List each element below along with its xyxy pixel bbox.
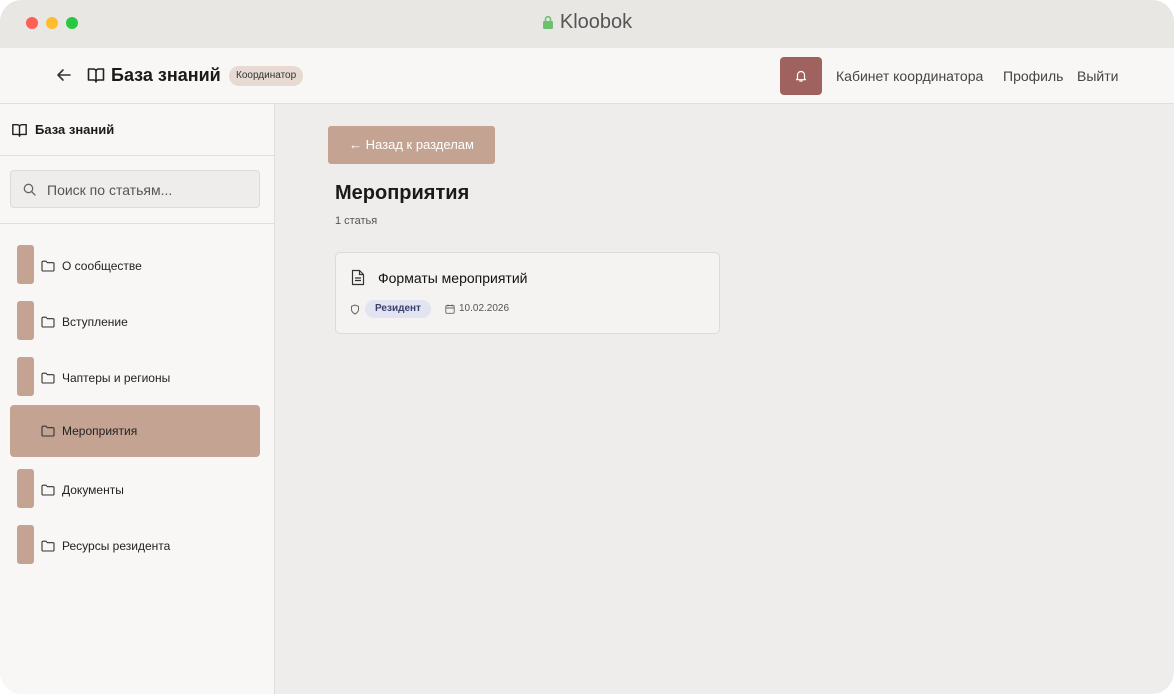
- sidebar-item-label: Мероприятия: [62, 424, 138, 438]
- folder-icon: [41, 372, 55, 384]
- folder-icon: [41, 260, 55, 272]
- search-input[interactable]: [45, 179, 249, 201]
- sidebar-item-community[interactable]: О сообществе: [10, 240, 260, 292]
- sidebar-title: База знаний: [35, 122, 115, 137]
- logout-link[interactable]: Выйти: [1077, 68, 1118, 84]
- search-section: [0, 156, 274, 224]
- sidebar-item-resident-resources[interactable]: Ресурсы резидента: [10, 520, 260, 572]
- folder-icon: [41, 425, 55, 437]
- book-open-icon: [12, 123, 27, 137]
- category-color-bar: [17, 357, 34, 396]
- notifications-button[interactable]: [780, 57, 822, 95]
- search-box[interactable]: [10, 170, 260, 208]
- profile-link[interactable]: Профиль: [1003, 68, 1063, 84]
- article-card[interactable]: Форматы мероприятий Резидент 10.02.2026: [335, 252, 720, 334]
- top-navigation: База знаний Координатор Кабинет координа…: [0, 48, 1174, 104]
- folder-icon: [41, 540, 55, 552]
- book-open-icon: [87, 68, 105, 83]
- sidebar-item-chapters[interactable]: Чаптеры и регионы: [10, 352, 260, 404]
- sidebar: База знаний О сообществе Вступление Чапт…: [0, 104, 275, 694]
- sidebar-header: База знаний: [0, 104, 274, 156]
- article-title: Форматы мероприятий: [378, 270, 528, 286]
- sidebar-item-label: Вступление: [62, 315, 128, 329]
- window-title-wrap: Kloobok: [0, 11, 1174, 34]
- sidebar-item-events[interactable]: Мероприятия: [10, 405, 260, 457]
- main-content: ← Назад к разделам Мероприятия 1 статья …: [275, 104, 1174, 694]
- search-icon: [23, 183, 36, 196]
- sidebar-item-label: Чаптеры и регионы: [62, 371, 171, 385]
- back-arrow-icon[interactable]: [55, 66, 73, 84]
- sidebar-item-joining[interactable]: Вступление: [10, 296, 260, 348]
- back-to-sections-button[interactable]: ← Назад к разделам: [328, 126, 495, 164]
- folder-icon: [41, 484, 55, 496]
- category-color-bar: [17, 525, 34, 564]
- bell-icon: [795, 70, 807, 82]
- section-title: Мероприятия: [335, 182, 470, 204]
- folder-icon: [41, 316, 55, 328]
- sidebar-item-label: Документы: [62, 483, 124, 497]
- category-color-bar: [17, 245, 34, 284]
- lock-icon: [542, 15, 553, 29]
- access-level-badge: Резидент: [365, 300, 431, 318]
- sidebar-item-label: О сообществе: [62, 259, 142, 273]
- article-date: 10.02.2026: [459, 303, 510, 314]
- browser-window: Kloobok База знаний Координатор Кабинет …: [0, 0, 1174, 694]
- window-title: Kloobok: [559, 11, 633, 33]
- article-count: 1 статья: [335, 215, 378, 227]
- coordinator-cabinet-link[interactable]: Кабинет координатора: [836, 68, 983, 84]
- calendar-icon: [445, 304, 455, 314]
- document-icon: [351, 269, 365, 286]
- page-title: База знаний: [111, 65, 221, 85]
- role-badge: Координатор: [229, 66, 304, 86]
- category-color-bar: [17, 301, 34, 340]
- window-titlebar: Kloobok: [0, 0, 1174, 48]
- category-color-bar: [17, 469, 34, 508]
- sidebar-item-label: Ресурсы резидента: [62, 539, 171, 553]
- sidebar-item-documents[interactable]: Документы: [10, 464, 260, 516]
- shield-icon: [351, 304, 359, 315]
